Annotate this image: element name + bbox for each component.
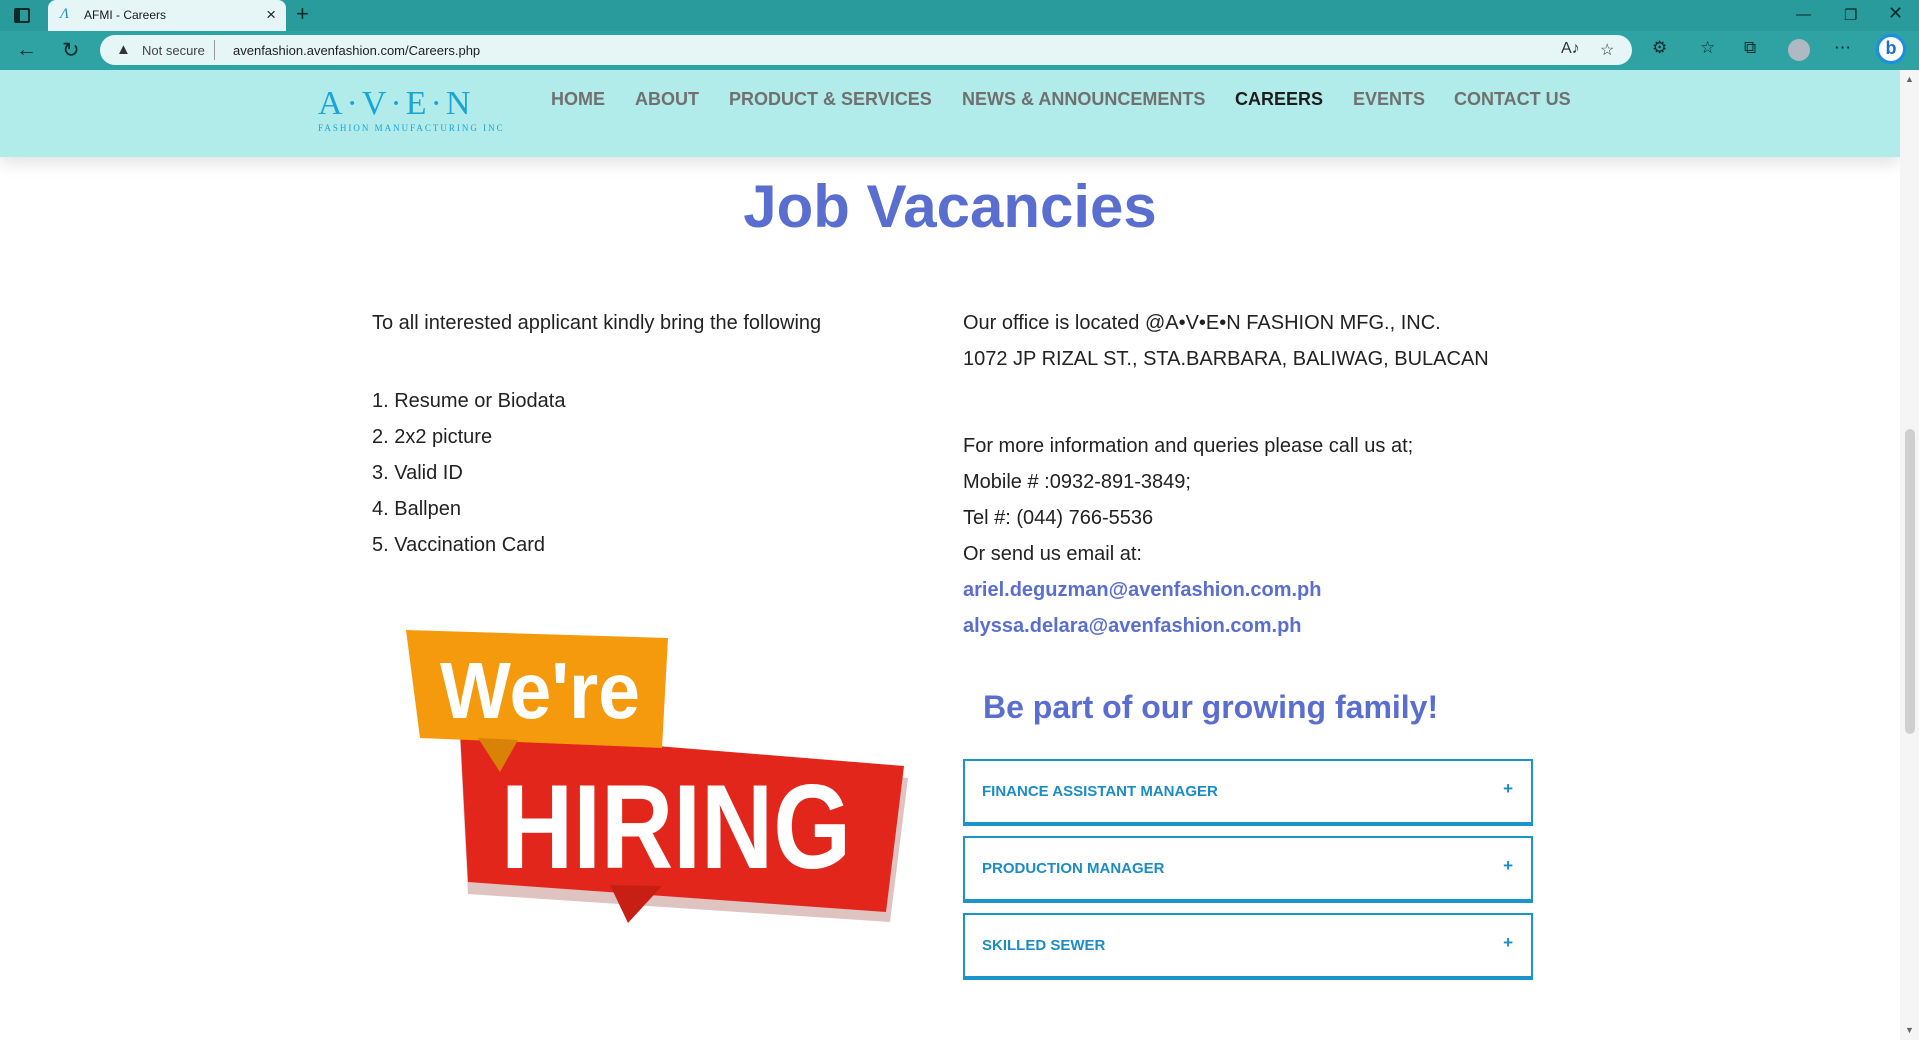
job-accordion-item[interactable]: SKILLED SEWER +: [963, 913, 1533, 980]
minimize-icon[interactable]: —: [1796, 6, 1811, 23]
url-text[interactable]: avenfashion.avenfashion.com/Careers.php: [233, 43, 480, 58]
job-accordion-item[interactable]: PRODUCTION MANAGER +: [963, 836, 1533, 903]
job-title-label: SKILLED SEWER: [982, 937, 1106, 954]
hiring-banner-image: We're HIRING: [406, 630, 908, 923]
page-title: Job Vacancies: [743, 173, 1157, 240]
more-menu-icon[interactable]: ⋯: [1834, 38, 1851, 58]
job-title-label: FINANCE ASSISTANT MANAGER: [982, 783, 1218, 800]
read-aloud-icon[interactable]: A♪: [1561, 40, 1580, 58]
workspaces-icon[interactable]: [14, 8, 30, 23]
site-favicon-icon: Λ: [60, 6, 70, 22]
tab-strip: Λ AFMI - Careers × + — ❐ ✕: [0, 0, 1919, 31]
scroll-down-icon[interactable]: ▼: [1905, 1025, 1914, 1035]
site-logo[interactable]: A·V·E·N FASHION MANUFACTURING INC: [318, 86, 514, 138]
email-link[interactable]: alyssa.delara@avenfashion.com.ph: [963, 615, 1302, 638]
nav-home[interactable]: HOME: [551, 89, 605, 110]
requirement-item: 3. Valid ID: [372, 462, 463, 484]
expand-icon[interactable]: +: [1503, 933, 1513, 953]
scroll-up-icon[interactable]: ▲: [1905, 74, 1914, 84]
scrollbar-thumb[interactable]: [1905, 429, 1915, 734]
nav-product-services[interactable]: PRODUCT & SERVICES: [729, 89, 932, 110]
email-link[interactable]: ariel.deguzman@avenfashion.com.ph: [963, 579, 1321, 602]
nav-careers[interactable]: CAREERS: [1235, 89, 1323, 110]
new-tab-icon[interactable]: +: [296, 1, 309, 27]
job-accordion-item[interactable]: FINANCE ASSISTANT MANAGER +: [963, 759, 1533, 826]
collections-icon[interactable]: ⧉: [1744, 38, 1756, 58]
office-address: 1072 JP RIZAL ST., STA.BARBARA, BALIWAG,…: [963, 348, 1489, 370]
not-secure-label[interactable]: Not secure: [142, 43, 205, 58]
browser-chrome: Λ AFMI - Careers × + — ❐ ✕ ← ↻ ▲ Not sec…: [0, 0, 1919, 70]
refresh-icon[interactable]: ↻: [62, 38, 80, 63]
requirement-item: 1. Resume or Biodata: [372, 390, 566, 412]
nav-events[interactable]: EVENTS: [1353, 89, 1425, 110]
favorite-star-icon[interactable]: ☆: [1600, 40, 1614, 60]
info-text: For more information and queries please …: [963, 435, 1414, 457]
profile-avatar[interactable]: [1788, 39, 1810, 61]
close-window-icon[interactable]: ✕: [1888, 3, 1903, 24]
browser-tab[interactable]: Λ AFMI - Careers ×: [48, 0, 286, 31]
web-page: A·V·E·N FASHION MANUFACTURING INC HOME A…: [0, 70, 1919, 1040]
nav-about[interactable]: ABOUT: [635, 89, 699, 110]
nav-news-announcements[interactable]: NEWS & ANNOUNCEMENTS: [962, 89, 1205, 110]
mobile-number: Mobile # :0932-891-3849;: [963, 471, 1191, 493]
extensions-icon[interactable]: ⚙: [1652, 38, 1667, 58]
warning-icon[interactable]: ▲: [116, 41, 131, 58]
requirement-item: 4. Ballpen: [372, 498, 461, 520]
hiring-top-text: We're: [440, 646, 640, 735]
office-location: Our office is located @A•V•E•N FASHION M…: [963, 312, 1441, 334]
expand-icon[interactable]: +: [1503, 779, 1513, 799]
requirement-item: 5. Vaccination Card: [372, 534, 546, 556]
hiring-bottom-text: HIRING: [501, 760, 851, 894]
tel-number: Tel #: (044) 766-5536: [963, 507, 1154, 529]
logo-subtitle: FASHION MANUFACTURING INC: [318, 123, 505, 133]
site-navbar: A·V·E·N FASHION MANUFACTURING INC HOME A…: [0, 70, 1900, 157]
url-divider: [214, 40, 215, 60]
email-intro: Or send us email at:: [963, 543, 1142, 565]
logo-text: A·V·E·N: [318, 85, 475, 122]
back-icon[interactable]: ←: [16, 38, 37, 62]
expand-icon[interactable]: +: [1503, 856, 1513, 876]
close-tab-icon[interactable]: ×: [266, 5, 276, 25]
address-bar-row: ← ↻ ▲ Not secure avenfashion.avenfashion…: [0, 31, 1919, 70]
url-field[interactable]: ▲ Not secure avenfashion.avenfashion.com…: [100, 35, 1632, 65]
nav-contact-us[interactable]: CONTACT US: [1454, 89, 1571, 110]
tab-title: AFMI - Careers: [84, 8, 167, 22]
tagline: Be part of our growing family!: [983, 689, 1439, 725]
favorites-icon[interactable]: ☆: [1700, 38, 1715, 58]
requirement-item: 2. 2x2 picture: [372, 426, 493, 448]
job-title-label: PRODUCTION MANAGER: [982, 860, 1165, 877]
bing-chat-icon[interactable]: b: [1876, 34, 1906, 64]
page-scrollbar[interactable]: ▲ ▼: [1900, 70, 1919, 1040]
restore-icon[interactable]: ❐: [1844, 6, 1857, 24]
requirements-intro: To all interested applicant kindly bring…: [372, 312, 822, 334]
